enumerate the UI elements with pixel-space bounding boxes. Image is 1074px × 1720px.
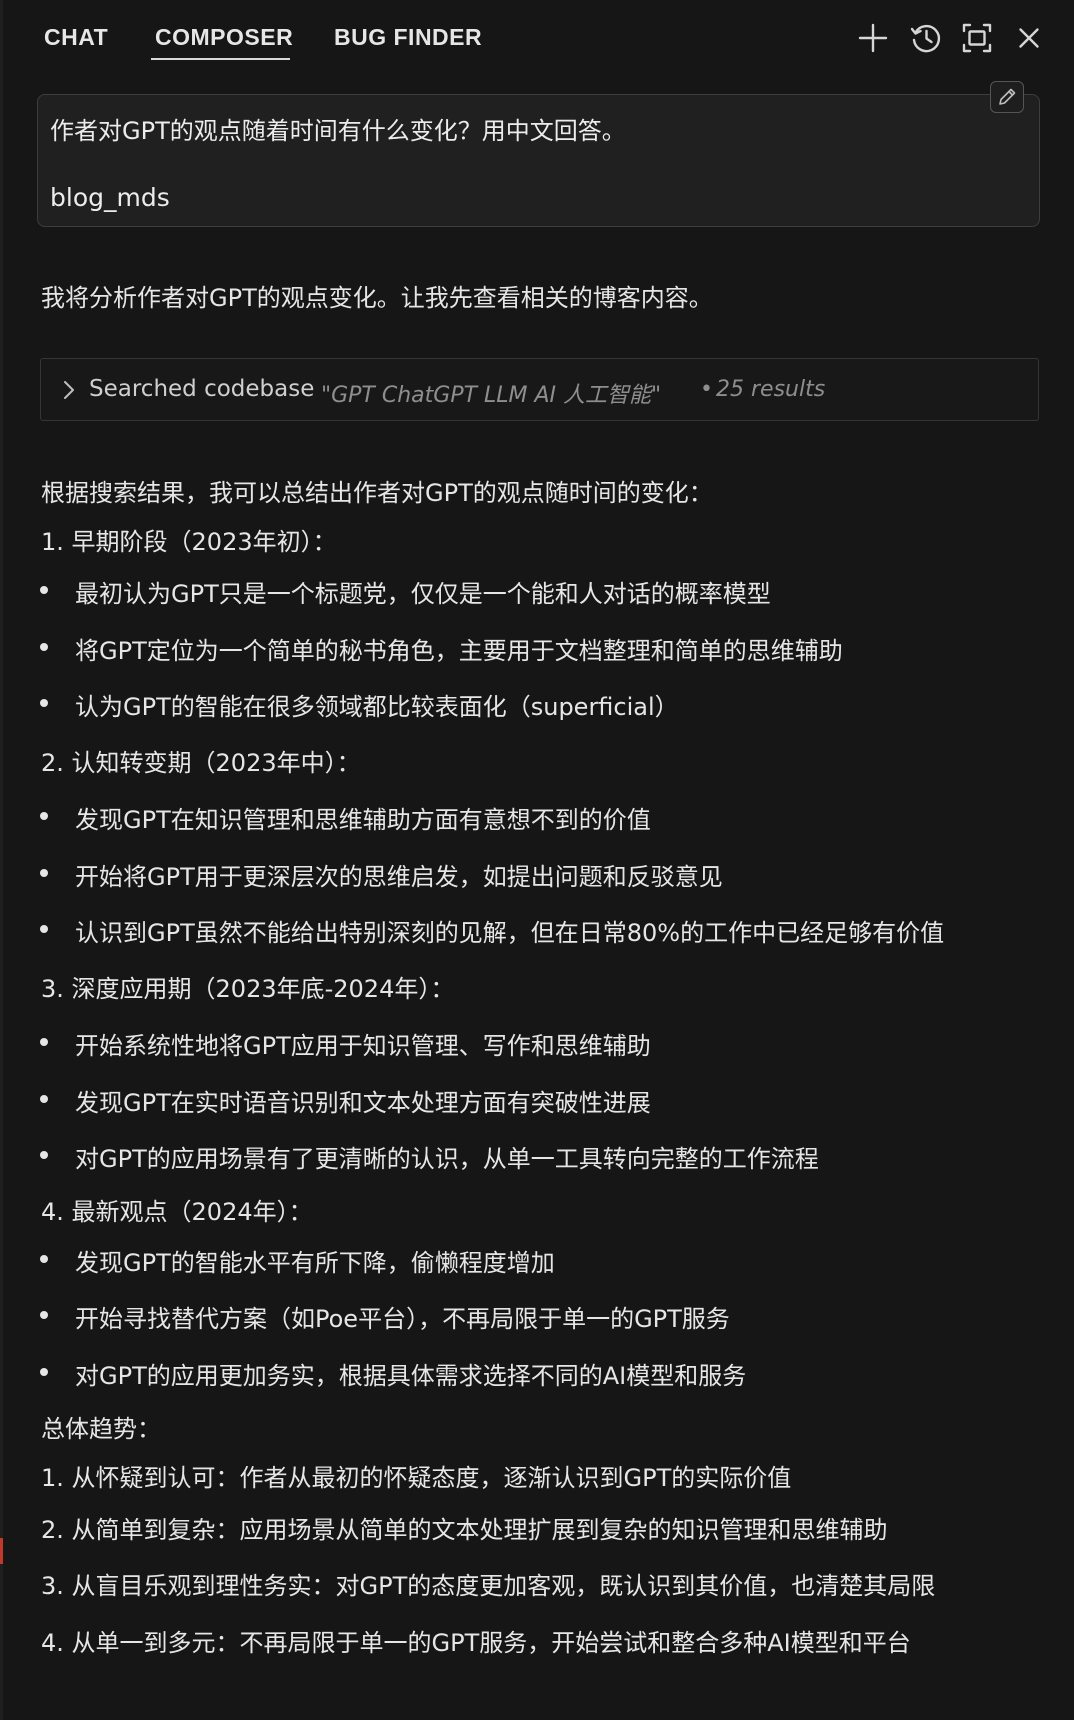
chevron-right-icon [64, 381, 74, 399]
phase-heading: 4. 最新观点（2024年）： [41, 1198, 313, 1226]
user-prompt-box[interactable]: 作者对GPT的观点随着时间有什么变化？用中文回答。 blog_mds [37, 81, 1040, 227]
history-icon[interactable] [908, 20, 944, 56]
bullet-marker [40, 1368, 48, 1376]
bullet-marker [40, 586, 48, 594]
prompt-question: 作者对GPT的观点随着时间有什么变化？用中文回答。 [50, 117, 626, 145]
phase-heading: 3. 深度应用期（2023年底-2024年）： [41, 975, 455, 1003]
summary-intro: 根据搜索结果，我可以总结出作者对GPT的观点随时间的变化： [41, 479, 713, 507]
bullet-marker [40, 643, 48, 651]
pencil-icon [999, 88, 1016, 105]
trend-item: 3. 从盲目乐观到理性务实：对GPT的态度更加客观，既认识到其价值，也清楚其局限 [41, 1572, 936, 1600]
left-edge-border [0, 0, 3, 1720]
list-item: 对GPT的应用场景有了更清晰的认识，从单一工具转向完整的工作流程 [75, 1145, 819, 1173]
panel-header: CHAT COMPOSER BUG FINDER [0, 0, 1074, 80]
list-item: 开始将GPT用于更深层次的思维启发，如提出问题和反驳意见 [75, 863, 723, 891]
search-separator: • [700, 377, 713, 402]
bullet-marker [40, 1151, 48, 1159]
bullet-marker [40, 1311, 48, 1319]
bullet-marker [40, 1255, 48, 1263]
assistant-intro: 我将分析作者对GPT的观点变化。让我先查看相关的博客内容。 [41, 284, 713, 312]
list-item: 最初认为GPT只是一个标题党，仅仅是一个能和人对话的概率模型 [75, 580, 771, 608]
active-tab-indicator [151, 58, 290, 60]
bullet-marker [40, 812, 48, 820]
list-item: 开始系统性地将GPT应用于知识管理、写作和思维辅助 [75, 1032, 651, 1060]
list-item: 认识到GPT虽然不能给出特别深刻的见解，但在日常80%的工作中已经足够有价值 [75, 919, 945, 947]
close-icon[interactable] [1011, 20, 1047, 56]
list-item: 对GPT的应用更加务实，根据具体需求选择不同的AI模型和服务 [75, 1362, 747, 1390]
left-edge-marker [0, 1538, 3, 1564]
list-item: 发现GPT在实时语音识别和文本处理方面有突破性进展 [75, 1089, 651, 1117]
maximize-icon[interactable] [959, 20, 995, 56]
tab-bug-finder[interactable]: BUG FINDER [334, 24, 482, 51]
list-item: 认为GPT的智能在很多领域都比较表面化（superficial） [75, 693, 679, 721]
trend-heading: 总体趋势： [41, 1415, 161, 1443]
list-item: 开始寻找替代方案（如Poe平台），不再局限于单一的GPT服务 [75, 1305, 730, 1333]
bullet-marker [40, 1095, 48, 1103]
bullet-marker [40, 925, 48, 933]
list-item: 发现GPT的智能水平有所下降，偷懒程度增加 [75, 1249, 555, 1277]
trend-item: 2. 从简单到复杂：应用场景从简单的文本处理扩展到复杂的知识管理和思维辅助 [41, 1516, 888, 1544]
bullet-marker [40, 869, 48, 877]
search-action-label: Searched codebase [89, 376, 315, 402]
bullet-marker [40, 699, 48, 707]
bullet-marker [40, 1038, 48, 1046]
tab-composer[interactable]: COMPOSER [155, 24, 293, 51]
trend-item: 4. 从单一到多元：不再局限于单一的GPT服务，开始尝试和整合多种AI模型和平台 [41, 1629, 911, 1657]
search-result-count: 25 results [716, 377, 826, 402]
plus-icon[interactable] [855, 20, 891, 56]
phase-heading: 1. 早期阶段（2023年初）： [41, 528, 337, 556]
list-item: 发现GPT在知识管理和思维辅助方面有意想不到的价值 [75, 806, 651, 834]
trend-item: 1. 从怀疑到认可：作者从最初的怀疑态度，逐渐认识到GPT的实际价值 [41, 1464, 792, 1492]
prompt-context: blog_mds [50, 183, 170, 212]
search-query: "GPT ChatGPT LLM AI 人工智能" [321, 383, 662, 408]
phase-heading: 2. 认知转变期（2023年中）： [41, 749, 361, 777]
tab-chat[interactable]: CHAT [44, 24, 108, 51]
search-result-collapsible[interactable]: Searched codebase "GPT ChatGPT LLM AI 人工… [40, 358, 1039, 421]
edit-prompt-button[interactable] [990, 81, 1024, 113]
list-item: 将GPT定位为一个简单的秘书角色，主要用于文档整理和简单的思维辅助 [75, 637, 843, 665]
